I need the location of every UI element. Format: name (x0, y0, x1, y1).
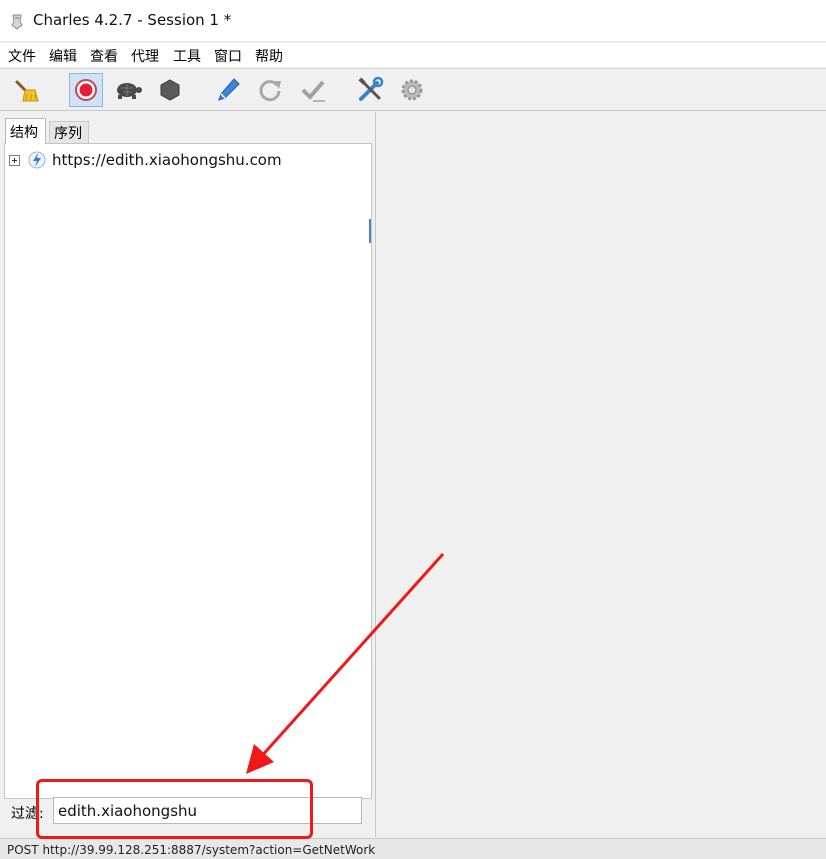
clear-session-button[interactable] (10, 73, 44, 107)
menu-tools[interactable]: 工具 (173, 46, 201, 66)
settings-button[interactable] (395, 73, 429, 107)
charles-app-icon (11, 14, 23, 30)
menu-window[interactable]: 窗口 (214, 46, 242, 66)
broom-icon (15, 80, 39, 102)
turtle-icon (117, 83, 142, 99)
menu-proxy[interactable]: 代理 (131, 46, 159, 66)
session-tree[interactable]: https://edith.xiaohongshu.com (4, 143, 372, 799)
tree-host-label: https://edith.xiaohongshu.com (52, 151, 282, 169)
checkmark-icon (301, 80, 325, 102)
tab-sequence[interactable]: 序列 (49, 121, 89, 143)
tab-structure[interactable]: 结构 (5, 118, 46, 144)
toolbar (0, 68, 826, 111)
expand-plus-icon[interactable] (9, 154, 20, 166)
tools-icon (358, 76, 384, 101)
window-title: Charles 4.2.7 - Session 1 * (33, 11, 232, 29)
tree-row-host[interactable]: https://edith.xiaohongshu.com (9, 149, 282, 171)
menu-file[interactable]: 文件 (8, 46, 36, 66)
title-bar: Charles 4.2.7 - Session 1 * (0, 0, 826, 42)
breakpoints-button[interactable] (153, 73, 187, 107)
menu-bar: 文件 编辑 查看 代理 工具 窗口 帮助 (0, 43, 826, 67)
refresh-icon (259, 80, 281, 102)
scrollbar-indicator[interactable] (369, 219, 371, 243)
record-icon (75, 79, 97, 101)
pen-icon (218, 78, 240, 101)
status-bar: POST http://39.99.128.251:8887/system?ac… (0, 838, 826, 859)
filter-input[interactable] (53, 797, 362, 824)
menu-edit[interactable]: 编辑 (49, 46, 77, 66)
detail-pane (377, 112, 826, 837)
compose-button[interactable] (211, 73, 245, 107)
structure-pane: 结构 序列 https://edith.xiaohongshu.com 过滤: (0, 112, 376, 837)
validate-button[interactable] (296, 73, 330, 107)
lightning-icon (28, 151, 46, 169)
stop-hexagon-icon (160, 79, 180, 101)
tools-button[interactable] (353, 73, 387, 107)
filter-label: 过滤: (11, 806, 44, 822)
repeat-button[interactable] (253, 73, 287, 107)
record-button[interactable] (69, 73, 103, 107)
menu-view[interactable]: 查看 (90, 46, 118, 66)
gear-icon (401, 79, 423, 101)
menu-help[interactable]: 帮助 (255, 46, 283, 66)
status-text: POST http://39.99.128.251:8887/system?ac… (7, 843, 376, 857)
throttle-button[interactable] (110, 73, 144, 107)
